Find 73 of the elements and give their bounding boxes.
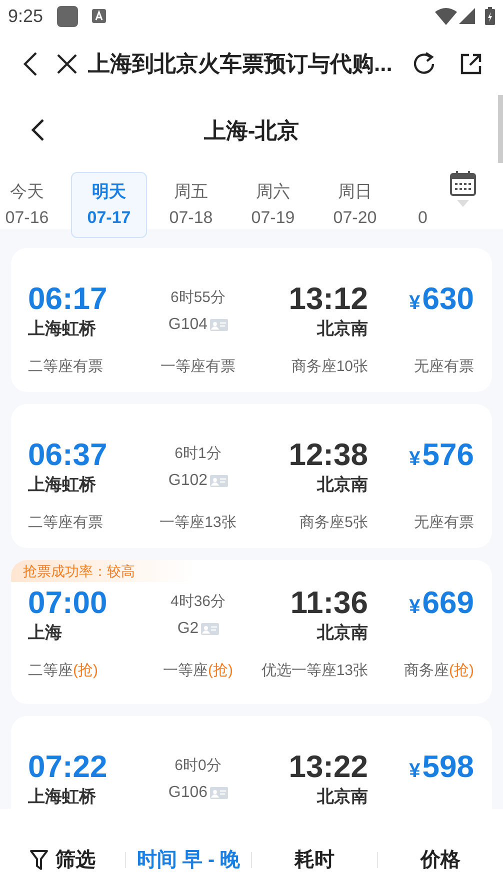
travel-duration: 6时0分: [174, 756, 222, 776]
date-tab[interactable]: 周日 07-20: [317, 172, 393, 238]
departure-time: 07:22: [28, 750, 108, 784]
ticket-price: ¥630: [409, 282, 474, 318]
seat-availability: 商务座10张: [291, 357, 368, 377]
arrival-station: 北京南: [317, 622, 368, 644]
id-card-icon: [210, 319, 228, 331]
battery-icon: [485, 7, 495, 25]
seat-availability: 二等座有票: [28, 357, 103, 377]
train-number: G106: [168, 783, 208, 803]
date-tab[interactable]: 周五 07-18: [153, 172, 229, 238]
arrival-time: 13:12: [288, 282, 368, 316]
departure-station: 上海虹桥: [28, 786, 97, 808]
seat-availability: 一等座13张: [160, 513, 236, 533]
departure-station: 上海: [28, 622, 63, 644]
route-title: 上海-北京: [204, 116, 300, 144]
notification-icon: [57, 6, 78, 26]
date-tab[interactable]: 0: [399, 172, 428, 238]
arrival-time: 11:36: [290, 586, 368, 620]
date-tab[interactable]: 周六 07-19: [235, 172, 311, 238]
seat-availability: 优选一等座13张: [261, 661, 368, 681]
departure-time: 06:17: [28, 282, 108, 316]
train-card[interactable]: 06:17 上海虹桥 6时55分 G104 13:12 北京南 ¥630 二等座有票 一等座有票 商务座10张 无座有票: [11, 248, 492, 392]
seat-availability: 一等座有票: [160, 357, 236, 377]
train-card[interactable]: 07:22 上海虹桥 6时0分 G106 13:22 北京南 ¥598: [11, 716, 492, 809]
date-tab[interactable]: 明天 07-17: [71, 172, 147, 238]
signal-icon: [459, 8, 475, 24]
departure-time: 07:00: [28, 586, 108, 620]
arrival-station: 北京南: [317, 786, 368, 808]
train-number: G104: [168, 315, 208, 335]
sort-button[interactable]: 价格: [378, 845, 503, 875]
calendar-icon[interactable]: [450, 170, 476, 196]
seat-availability: 无座有票: [414, 357, 474, 377]
scrollbar: [498, 95, 503, 163]
status-time: 9:25: [8, 4, 44, 28]
seat-availability: 无座有票: [414, 513, 474, 533]
refresh-icon[interactable]: [411, 50, 437, 76]
id-card-icon: [210, 787, 228, 799]
train-card[interactable]: 06:37 上海虹桥 6时1分 G102 12:38 北京南 ¥576 二等座有票 一等座13张 商务座5张 无座有票: [11, 404, 492, 548]
sort-button[interactable]: 耗时: [252, 845, 377, 875]
arrival-time: 13:22: [288, 750, 368, 784]
ticket-price: ¥576: [409, 438, 474, 474]
back-icon[interactable]: [30, 118, 46, 142]
filter-button[interactable]: 筛选: [0, 845, 125, 875]
wifi-icon: [435, 7, 457, 25]
sort-button[interactable]: 时间 早 - 晚: [126, 845, 251, 875]
close-icon[interactable]: [56, 52, 78, 74]
departure-station: 上海虹桥: [28, 318, 97, 340]
keyboard-icon: [92, 9, 106, 23]
id-card-icon: [210, 475, 228, 487]
arrival-time: 12:38: [288, 438, 368, 472]
ticket-price: ¥669: [409, 586, 474, 622]
train-number: G2: [177, 619, 199, 639]
seat-availability: 商务座5张: [300, 513, 368, 533]
seat-availability: 二等座有票: [28, 513, 103, 533]
ticket-price: ¥598: [409, 750, 474, 786]
filter-icon: [30, 850, 48, 870]
id-card-icon: [200, 623, 219, 635]
date-tab[interactable]: 今天 07-16: [0, 172, 65, 238]
travel-duration: 6时1分: [174, 444, 222, 464]
seat-availability: 二等座(抢): [28, 661, 98, 681]
page-title: 上海到北京火车票预订与代购...: [88, 50, 392, 78]
seat-availability: 一等座(抢): [163, 661, 233, 681]
departure-station: 上海虹桥: [28, 474, 97, 496]
share-icon[interactable]: [459, 52, 483, 76]
train-number: G102: [168, 471, 208, 491]
departure-time: 06:37: [28, 438, 108, 472]
seat-availability: 商务座(抢): [404, 661, 474, 681]
travel-duration: 6时55分: [170, 288, 226, 308]
train-card[interactable]: 抢票成功率：较高 07:00 上海 4时36分 G2 11:36 北京南 ¥669 二等座(抢) 一等座(抢) 优选一等座13张 商务座(抢): [11, 560, 492, 704]
arrival-station: 北京南: [317, 318, 368, 340]
travel-duration: 4时36分: [170, 592, 226, 612]
arrival-station: 北京南: [317, 474, 368, 496]
